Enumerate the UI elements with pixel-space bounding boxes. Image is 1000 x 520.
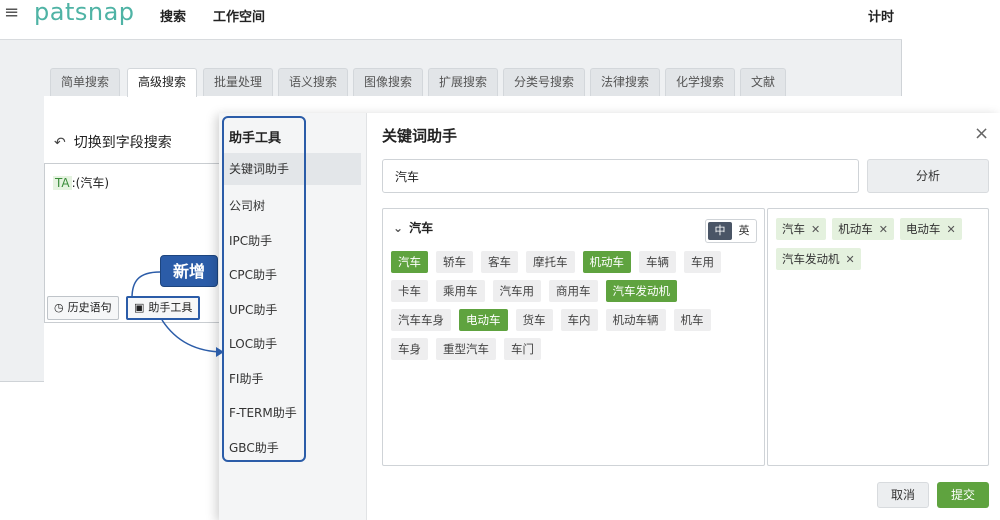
tab-legal-search[interactable]: 法律搜索 [590, 68, 661, 96]
keyword-chip[interactable]: 货车 [515, 309, 553, 331]
helper-sidebar: 助手工具 关键词助手 公司树 IPC助手 CPC助手 UPC助手 LOC助手 F… [219, 113, 367, 520]
keyword-chip[interactable]: 重型汽车 [436, 338, 496, 360]
query-text: TA:(汽车) [53, 174, 109, 191]
tab-batch[interactable]: 批量处理 [203, 68, 274, 96]
keyword-chip[interactable]: 商用车 [549, 280, 598, 302]
keyword-chip-selected[interactable]: 汽车发动机 [605, 280, 677, 302]
selected-keyword-label: 汽车 [782, 222, 805, 236]
hamburger-icon[interactable]: ≡ [4, 4, 19, 22]
top-bar: ≡ patsnap 搜索 工作空间 计时 [0, 0, 902, 40]
keyword-chip-selected[interactable]: 机动车 [582, 251, 631, 273]
helper-tools-button[interactable]: ▣ 助手工具 [126, 296, 201, 320]
selected-keyword-label: 机动车 [838, 222, 873, 236]
keyword-row: 卡车 乘用车 汽车用 商用车 汽车发动机 [391, 280, 677, 302]
close-icon[interactable]: × [974, 123, 989, 144]
query-value: :(汽车) [71, 176, 110, 190]
group-label: 汽车 [409, 221, 434, 235]
remove-x-icon[interactable]: ✕ [811, 223, 820, 236]
selected-keyword-chip: 汽车 ✕ [776, 218, 827, 240]
submit-button[interactable]: 提交 [937, 482, 989, 508]
keyword-chip[interactable]: 客车 [481, 251, 518, 273]
keyword-row: 车身 重型汽车 车门 [391, 338, 541, 360]
keyword-chip[interactable]: 卡车 [391, 280, 428, 302]
keyword-chip[interactable]: 摩托车 [526, 251, 575, 273]
keyword-row: 汽车车身 电动车 货车 车内 机动车辆 机车 [391, 309, 711, 331]
nav-search[interactable]: 搜索 [160, 6, 186, 25]
remove-x-icon[interactable]: ✕ [846, 253, 855, 266]
chevron-down-icon: ⌄ [393, 221, 404, 235]
selected-keywords-panel: 汽车 ✕ 机动车 ✕ 电动车 ✕ 汽车发动机 ✕ [767, 208, 989, 466]
history-statements-button[interactable]: ◷ 历史语句 [47, 296, 119, 320]
remove-x-icon[interactable]: ✕ [879, 223, 888, 236]
keyword-row: 汽车 轿车 客车 摩托车 机动车 车辆 车用 [391, 251, 721, 273]
tab-semantic-search[interactable]: 语义搜索 [278, 68, 349, 96]
keyword-chip-selected[interactable]: 电动车 [459, 309, 508, 331]
patsnap-logo[interactable]: patsnap [34, 0, 135, 26]
tab-image-search[interactable]: 图像搜索 [353, 68, 424, 96]
keyword-chip[interactable]: 车用 [684, 251, 721, 273]
clock-icon: ◷ [54, 301, 64, 314]
cancel-button[interactable]: 取消 [877, 482, 929, 508]
keyword-chip[interactable]: 车辆 [639, 251, 676, 273]
keyword-chip[interactable]: 车身 [391, 338, 428, 360]
keyword-input[interactable] [382, 159, 859, 193]
selected-keyword-chip: 电动车 ✕ [899, 218, 962, 240]
tab-literature[interactable]: 文献 [740, 68, 787, 96]
tab-extended-search[interactable]: 扩展搜索 [428, 68, 499, 96]
undo-arrow-icon: ↶ [54, 135, 66, 151]
keyword-chip[interactable]: 车门 [504, 338, 541, 360]
tab-chemical-search[interactable]: 化学搜索 [665, 68, 736, 96]
keyword-chip[interactable]: 机动车辆 [605, 309, 666, 331]
nav-workspace[interactable]: 工作空间 [213, 6, 265, 25]
lang-en-button[interactable]: 英 [734, 222, 754, 240]
helper-label: 助手工具 [148, 301, 193, 314]
selected-keyword-chip: 汽车发动机 ✕ [776, 248, 861, 270]
selected-keyword-label: 电动车 [905, 222, 941, 236]
language-toggle: 中 英 [705, 219, 757, 243]
keyword-chip[interactable]: 乘用车 [436, 280, 485, 302]
remove-x-icon[interactable]: ✕ [946, 223, 955, 236]
tab-simple-search[interactable]: 简单搜索 [50, 68, 121, 96]
selected-keyword-chip: 机动车 ✕ [832, 218, 894, 240]
keyword-chip[interactable]: 汽车用 [492, 280, 541, 302]
switch-label: 切换到字段搜索 [73, 135, 172, 151]
selected-keyword-row: 汽车发动机 ✕ [776, 248, 861, 270]
keyword-suggestions-panel: ⌄ 汽车 中 英 汽车 轿车 客车 摩托车 机动车 车辆 车用 卡车 乘用车 汽车用 商用车 汽车发动机… [382, 208, 765, 466]
lang-zh-button[interactable]: 中 [708, 222, 732, 240]
tab-advanced-search[interactable]: 高级搜索 [127, 68, 198, 97]
new-feature-badge: 新增 [160, 255, 218, 287]
sidebar-highlight-outline [222, 116, 306, 462]
history-label: 历史语句 [67, 301, 112, 314]
keyword-chip-selected[interactable]: 汽车 [391, 251, 428, 273]
keyword-chip[interactable]: 车内 [560, 309, 598, 331]
keyword-chip[interactable]: 轿车 [436, 251, 473, 273]
dialog-title: 关键词助手 [382, 127, 458, 145]
selected-keyword-label: 汽车发动机 [782, 252, 840, 266]
nav-timer[interactable]: 计时 [868, 6, 894, 25]
query-field-tag: TA [53, 176, 72, 190]
keyword-chip[interactable]: 机车 [673, 309, 711, 331]
keyword-chip[interactable]: 汽车车身 [391, 309, 451, 331]
keyword-group-header[interactable]: ⌄ 汽车 [393, 219, 433, 236]
analyze-button[interactable]: 分析 [867, 159, 989, 193]
tab-classification-search[interactable]: 分类号搜索 [503, 68, 586, 96]
toolbox-icon: ▣ [134, 301, 145, 314]
switch-to-field-search[interactable]: ↶ 切换到字段搜索 [54, 132, 172, 152]
helper-tools-dialog: 助手工具 关键词助手 公司树 IPC助手 CPC助手 UPC助手 LOC助手 F… [219, 113, 1000, 520]
selected-keyword-row: 汽车 ✕ 机动车 ✕ 电动车 ✕ [776, 218, 962, 240]
